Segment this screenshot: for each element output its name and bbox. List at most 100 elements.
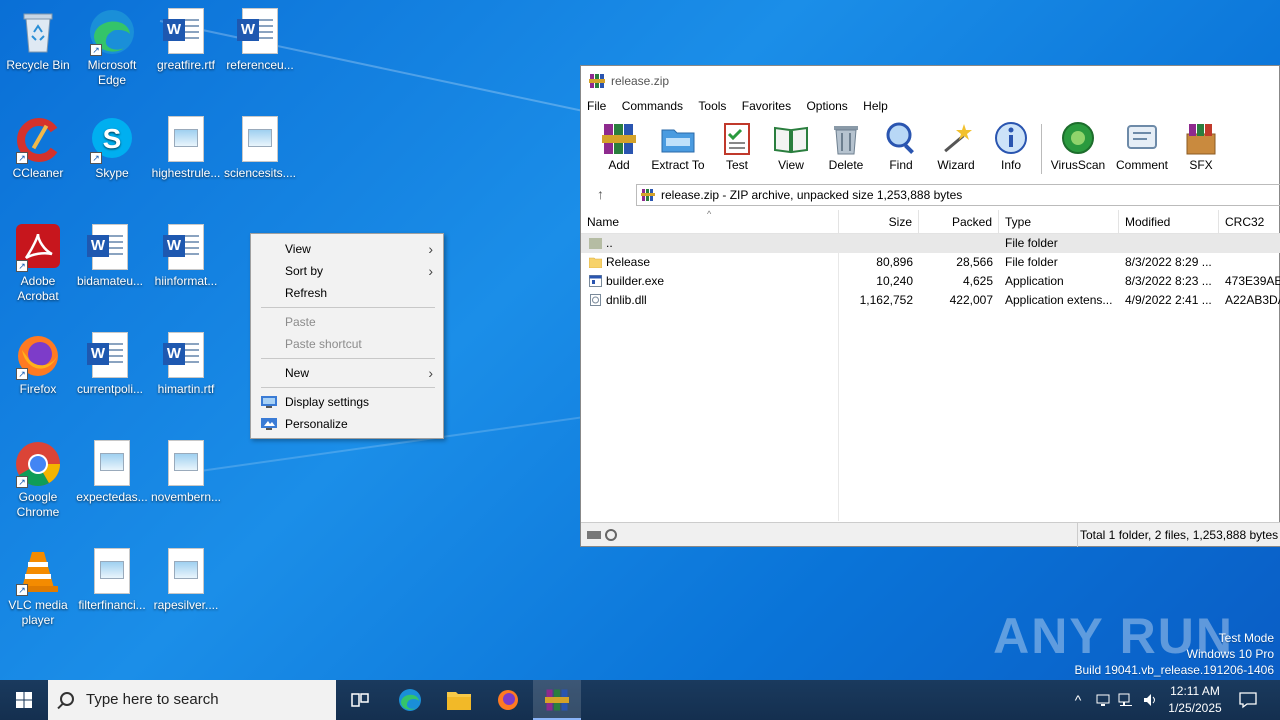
window-titlebar[interactable]: release.zip [581,66,1279,96]
menu-item-view[interactable]: View › [251,238,443,260]
table-row[interactable]: dnlib.dll 1,162,752 422,007 Application … [581,291,1280,310]
status-text: Total 1 folder, 2 files, 1,253,888 bytes [1077,523,1278,547]
taskbar-file-explorer[interactable] [435,680,483,720]
virus-scan-icon [1060,120,1096,156]
menu-file[interactable]: File [587,99,606,113]
shortcut-arrow-icon: ↗ [90,152,102,164]
desktop-icon-adobe-acrobat[interactable]: ↗ Adobe Acrobat [0,224,76,304]
test-checklist-icon [719,120,755,156]
desktop-icon-label: referenceu... [226,58,294,72]
menu-item-paste-shortcut[interactable]: Paste shortcut [251,333,443,355]
network-icon[interactable] [1093,680,1113,720]
drive-icon[interactable] [587,531,601,539]
column-header-name[interactable]: Name ^ [581,209,839,234]
column-header-modified[interactable]: Modified [1119,210,1219,234]
desktop-icon-referenceu[interactable]: W referenceu... [222,8,298,73]
column-header-type[interactable]: Type [999,210,1119,234]
desktop-icon-greatfire[interactable]: W greatfire.rtf [148,8,224,73]
toolbar-info-button[interactable]: Info [982,120,1040,172]
key-icon[interactable] [605,529,617,541]
cell-crc32: 473E39AE [1225,274,1280,288]
menu-separator [261,358,435,359]
menu-separator [261,387,435,388]
menu-favorites[interactable]: Favorites [742,99,791,113]
word-document-icon: W [236,8,284,56]
taskbar-edge[interactable] [386,680,434,720]
desktop-icon-filterfinanci[interactable]: filterfinanci... [74,548,150,613]
desktop-icon-sciencesits[interactable]: sciencesits.... [222,116,298,181]
cell-modified: 8/3/2022 8:29 ... [1125,255,1212,269]
desktop-icon-ccleaner[interactable]: ↗ CCleaner [0,116,76,181]
arrow-up-icon[interactable]: ↑ [597,186,604,202]
image-file-icon [162,116,210,164]
toolbar-comment-button[interactable]: Comment [1113,120,1171,172]
cell-type: File folder [1005,255,1058,269]
desktop-icon-himartin[interactable]: W himartin.rtf [148,332,224,397]
show-hidden-icons-chevron-icon[interactable]: ^ [1068,680,1088,720]
table-row[interactable]: .. File folder [581,234,1280,253]
firefox-icon [498,690,518,710]
desktop-icon-recycle-bin[interactable]: Recycle Bin [0,8,76,73]
menu-help[interactable]: Help [863,99,888,113]
cell-packed: 422,007 [949,293,993,307]
desktop-icon-expectedas[interactable]: expectedas... [74,440,150,505]
taskbar-firefox[interactable] [484,680,532,720]
toolbar-label: Delete [828,158,864,172]
menu-item-personalize[interactable]: Personalize [251,413,443,435]
desktop-icon-novembern[interactable]: novembern... [148,440,224,505]
image-file-icon [236,116,284,164]
toolbar-virusscan-button[interactable]: VirusScan [1049,120,1107,172]
desktop-icon-vlc[interactable]: ↗ VLC media player [0,548,76,628]
desktop-icon-google-chrome[interactable]: ↗ Google Chrome [0,440,76,520]
toolbar-find-button[interactable]: Find [872,120,930,172]
taskbar-clock[interactable]: 12:11 AM 1/25/2025 [1158,683,1232,717]
column-header-label: Packed [951,215,992,229]
table-row[interactable]: Release 80,896 28,566 File folder 8/3/20… [581,253,1280,272]
menu-item-sort-by[interactable]: Sort by › [251,260,443,282]
table-row[interactable]: builder.exe 10,240 4,625 Application 8/3… [581,272,1280,291]
dll-file-icon [590,294,601,306]
start-button[interactable] [0,680,48,720]
menu-tools[interactable]: Tools [698,99,726,113]
desktop-icon-microsoft-edge[interactable]: ↗ Microsoft Edge [74,8,150,88]
ccleaner-icon: ↗ [14,116,62,164]
menu-item-new[interactable]: New › [251,362,443,384]
find-magnifier-icon [883,120,919,156]
toolbar-label: VirusScan [1050,158,1106,172]
desktop-icon-hiinformat[interactable]: W hiinformat... [148,224,224,289]
menu-options[interactable]: Options [806,99,847,113]
taskbar-winrar[interactable] [533,680,581,720]
path-field[interactable]: release.zip - ZIP archive, unpacked size… [636,184,1280,206]
firefox-icon: ↗ [14,332,62,380]
desktop-icon-highestrule[interactable]: highestrule... [148,116,224,181]
menu-item-display-settings[interactable]: Display settings [251,391,443,413]
desktop-icon-firefox[interactable]: ↗ Firefox [0,332,76,397]
desktop-icon-skype[interactable]: S ↗ Skype [74,116,150,181]
shortcut-arrow-icon: ↗ [16,476,28,488]
column-header-packed[interactable]: Packed [919,210,999,234]
menu-commands[interactable]: Commands [622,99,683,113]
edge-icon: ↗ [88,8,136,56]
ethernet-icon[interactable] [1116,680,1136,720]
volume-icon[interactable] [1140,680,1160,720]
column-header-size[interactable]: Size [839,210,919,234]
column-header-crc32[interactable]: CRC32 [1219,210,1280,234]
taskbar-search-box[interactable]: Type here to search [48,680,336,720]
toolbar-sfx-button[interactable]: SFX [1172,120,1230,172]
task-view-button[interactable] [336,680,384,720]
toolbar-extract-button[interactable]: Extract To [649,120,707,172]
notification-center-button[interactable] [1236,680,1260,720]
menu-item-paste[interactable]: Paste [251,311,443,333]
shortcut-arrow-icon: ↗ [90,44,102,56]
toolbar-test-button[interactable]: Test [708,120,766,172]
desktop-icon-currentpoli[interactable]: W currentpoli... [72,332,148,397]
toolbar-wizard-button[interactable]: Wizard [927,120,985,172]
menu-item-refresh[interactable]: Refresh [251,282,443,304]
path-bar: ↑ release.zip - ZIP archive, unpacked si… [581,182,1280,208]
desktop-icon-rapesilver[interactable]: rapesilver.... [148,548,224,613]
toolbar-add-button[interactable]: Add [590,120,648,172]
toolbar-view-button[interactable]: View [762,120,820,172]
desktop-icon-bidamateu[interactable]: W bidamateu... [72,224,148,289]
winrar-window: release.zip File Commands Tools Favorite… [580,65,1280,547]
toolbar-delete-button[interactable]: Delete [817,120,875,172]
